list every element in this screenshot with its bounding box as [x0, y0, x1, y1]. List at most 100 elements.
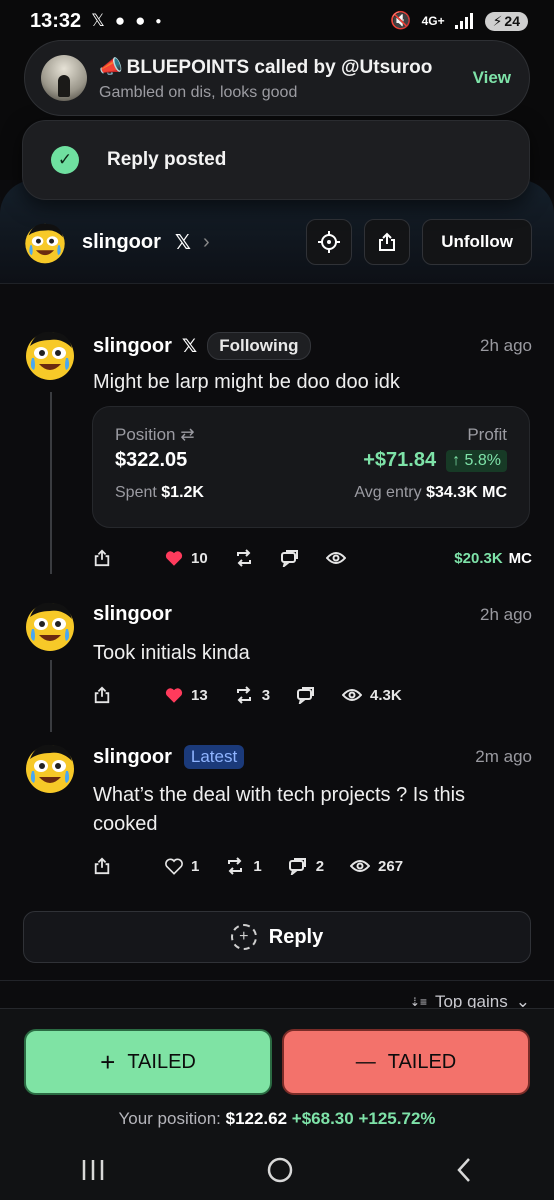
target-icon [318, 231, 341, 253]
position-label: Position [115, 425, 176, 444]
eye-icon [342, 689, 363, 701]
profit-value: +$71.84 [363, 449, 437, 471]
post-author[interactable]: slingoor [93, 335, 172, 358]
heart-icon [165, 550, 183, 566]
position-summary-profit: +$68.30 [291, 1109, 354, 1128]
views-action[interactable]: 4.3K [342, 687, 402, 704]
eye-icon [350, 860, 371, 872]
view-count: 267 [378, 857, 404, 875]
notification-title: BLUEPOINTS called by @Utsuroo [126, 56, 433, 78]
market-cap-unit: MC [508, 549, 532, 567]
swap-icon[interactable]: ⇄ [180, 425, 194, 444]
latest-badge: Latest [183, 745, 245, 769]
like-count: 1 [191, 857, 200, 875]
comment-action[interactable] [280, 549, 300, 567]
reply-posted-toast: ✓ Reply posted [22, 120, 530, 200]
share-icon [94, 857, 110, 875]
dot-icon: ● [155, 15, 162, 27]
sort-icon: ⇣≡ [409, 995, 427, 1009]
profile-avatar[interactable] [22, 219, 68, 265]
repost-action[interactable]: 3 [234, 685, 270, 705]
pill-icon-2: ● [135, 11, 146, 30]
recents-icon[interactable] [80, 1158, 106, 1182]
like-action[interactable]: 1 [165, 858, 199, 875]
spent-value: $1.2K [161, 484, 204, 501]
comment-icon [297, 687, 315, 704]
post-1: slingoor 𝕏 Following 2h ago Might be lar… [22, 326, 532, 586]
plus-icon: + [100, 1046, 116, 1077]
share-action[interactable] [93, 686, 111, 704]
minus-icon: — [355, 1050, 376, 1073]
position-summary-percent: +125.72% [358, 1109, 436, 1128]
back-icon[interactable] [454, 1156, 474, 1184]
check-icon: ✓ [51, 146, 79, 174]
position-card[interactable]: Position ⇄ Profit $322.05 +$71.84 ↑ 5.8%… [92, 406, 530, 528]
post-actions: 10 $20.3K MC [93, 548, 532, 568]
comment-action[interactable] [296, 686, 316, 704]
comment-icon [280, 550, 298, 567]
post-avatar[interactable] [22, 597, 78, 653]
post-author[interactable]: slingoor [93, 746, 172, 769]
position-value: $322.05 [115, 449, 188, 471]
repost-icon [236, 686, 251, 704]
tail-sell-button[interactable]: — TAILED [282, 1029, 530, 1095]
position-summary-label: Your position: [118, 1109, 221, 1128]
like-count: 13 [191, 686, 208, 704]
home-icon[interactable] [266, 1156, 294, 1184]
share-button[interactable] [364, 219, 411, 265]
megaphone-icon: 📣 [99, 56, 123, 78]
notification-view-button[interactable]: View [473, 68, 511, 88]
pill-icon: ● [114, 11, 126, 30]
share-action[interactable] [93, 857, 111, 875]
view-count: 4.3K [370, 686, 402, 704]
like-action[interactable]: 13 [165, 687, 208, 704]
reply-button[interactable]: + Reply [23, 911, 531, 963]
battery-indicator: ⚡ 24 [484, 11, 528, 31]
profit-percent-badge: ↑ 5.8% [446, 449, 507, 472]
system-navigation-bar [0, 1140, 554, 1200]
views-action[interactable]: 267 [350, 858, 403, 875]
notification-avatar [41, 55, 87, 101]
status-bar: 13:32 𝕏 ● ● ● 🔇 4G+ ⚡ 24 [0, 0, 554, 42]
like-action[interactable]: 10 [165, 550, 208, 567]
profile-header: slingoor 𝕏 › Unfollow [22, 214, 532, 270]
post-avatar[interactable] [22, 739, 78, 795]
repost-action[interactable]: 1 [225, 856, 262, 876]
heart-icon [165, 687, 183, 703]
status-time: 13:32 [30, 9, 82, 32]
comment-icon [288, 858, 306, 875]
tail-buy-button[interactable]: + TAILED [24, 1029, 272, 1095]
views-action[interactable] [325, 551, 346, 565]
position-summary-value: $122.62 [225, 1109, 288, 1128]
post-body: Took initials kinda [93, 642, 250, 664]
following-badge: Following [207, 332, 311, 360]
divider [0, 980, 554, 981]
your-position-summary: Your position: $122.62 +$68.30 +125.72% [0, 1109, 554, 1129]
comment-action[interactable]: 2 [288, 857, 324, 875]
x-logo-icon[interactable]: 𝕏 [175, 230, 191, 255]
post-time: 2h ago [480, 336, 532, 355]
mute-icon: 🔇 [390, 11, 412, 30]
eye-icon [325, 552, 346, 564]
toast-text: Reply posted [107, 149, 227, 170]
post-avatar[interactable] [22, 326, 78, 382]
call-notification[interactable]: 📣 BLUEPOINTS called by @Utsuroo Gambled o… [24, 40, 530, 116]
market-cap-value: $20.3K [454, 549, 503, 567]
notification-subtitle: Gambled on dis, looks good [99, 83, 298, 101]
avg-entry-label: Avg entry [354, 484, 422, 501]
share-icon [94, 686, 110, 704]
profile-name[interactable]: slingoor [82, 231, 161, 254]
post-3: slingoor Latest 2m ago What’s the deal w… [22, 739, 532, 889]
profit-label: Profit [467, 425, 507, 444]
post-time: 2m ago [475, 747, 532, 766]
unfollow-button[interactable]: Unfollow [422, 219, 532, 265]
chevron-right-icon[interactable]: › [203, 231, 210, 254]
repost-action[interactable] [234, 548, 254, 568]
share-action[interactable] [93, 549, 111, 567]
heart-outline-icon [165, 858, 183, 875]
post-author[interactable]: slingoor [93, 603, 172, 626]
post-body: What’s the deal with tech projects ? Is … [93, 784, 466, 835]
post-time: 2h ago [480, 604, 532, 624]
target-button[interactable] [306, 219, 353, 265]
share-icon [379, 232, 396, 251]
